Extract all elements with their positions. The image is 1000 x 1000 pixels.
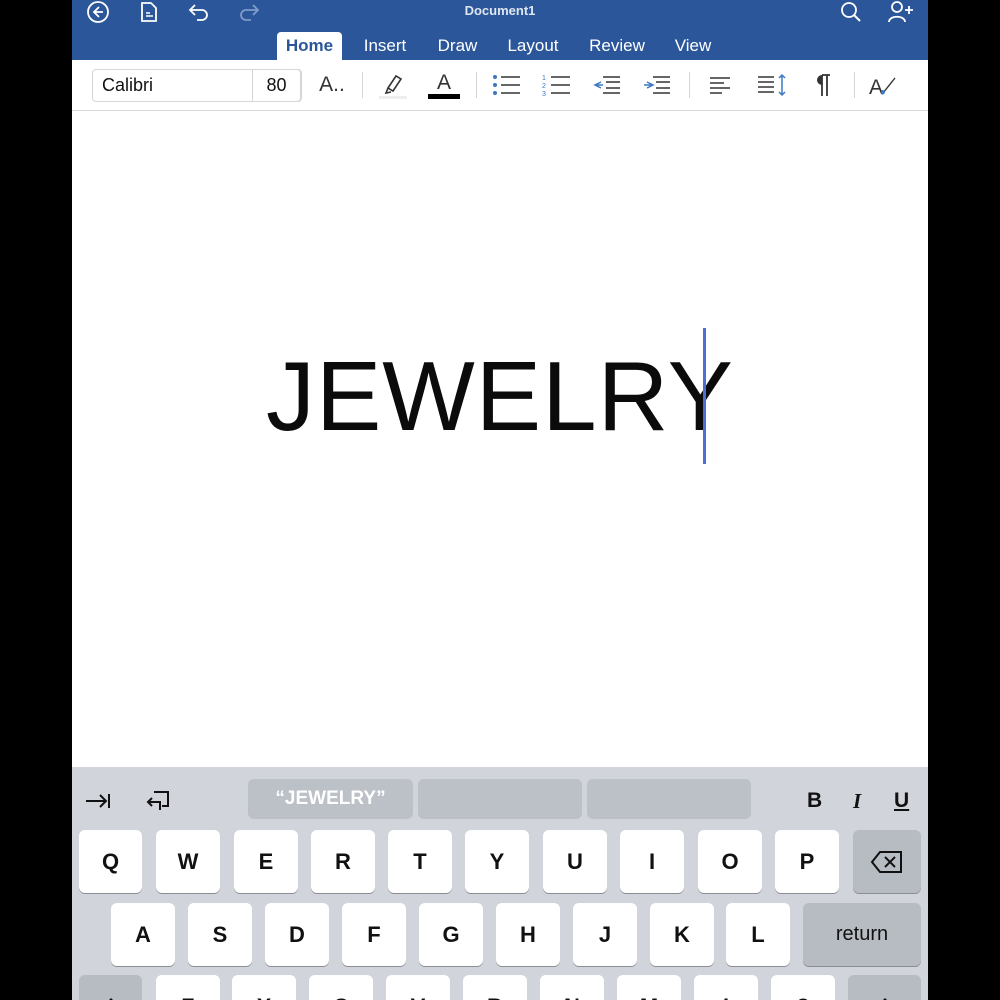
bold-button[interactable]: B bbox=[807, 789, 822, 813]
key-l[interactable]: L bbox=[726, 903, 790, 966]
increase-indent-icon[interactable] bbox=[640, 70, 674, 100]
key-o[interactable]: O bbox=[698, 830, 762, 893]
font-color-letter: A bbox=[436, 70, 451, 94]
ribbon-toolbar: Calibri 80 A.. A 123 A bbox=[72, 60, 928, 111]
key-n[interactable]: N bbox=[540, 975, 604, 1000]
key-w[interactable]: W bbox=[156, 830, 220, 893]
divider bbox=[362, 72, 363, 98]
svg-text:1: 1 bbox=[542, 75, 546, 82]
divider bbox=[689, 72, 690, 98]
key-f[interactable]: F bbox=[342, 903, 406, 966]
key-r[interactable]: R bbox=[311, 830, 375, 893]
app-window: Document1 Home Insert Draw Layout Review… bbox=[72, 0, 928, 1000]
tab-insert[interactable]: Insert bbox=[355, 32, 415, 60]
text-cursor bbox=[703, 328, 706, 464]
svg-text:A: A bbox=[869, 76, 883, 98]
key-t[interactable]: T bbox=[388, 830, 452, 893]
key-h[interactable]: H bbox=[496, 903, 560, 966]
suggestion-2[interactable] bbox=[418, 779, 582, 819]
italic-button[interactable]: I bbox=[853, 789, 861, 814]
key-s[interactable]: S bbox=[188, 903, 252, 966]
key-m[interactable]: M bbox=[617, 975, 681, 1000]
paste-icon[interactable] bbox=[142, 787, 174, 815]
tab-layout[interactable]: Layout bbox=[500, 32, 566, 60]
key-q[interactable]: Q bbox=[79, 830, 142, 893]
font-size-field[interactable]: 80 bbox=[252, 69, 301, 102]
key-c[interactable]: C bbox=[309, 975, 373, 1000]
line-spacing-icon[interactable] bbox=[754, 70, 790, 100]
key-z[interactable]: Z bbox=[156, 975, 220, 1000]
title-bar: Document1 Home Insert Draw Layout Review… bbox=[72, 0, 928, 60]
divider bbox=[854, 72, 855, 98]
shift-icon bbox=[108, 997, 113, 1000]
return-key[interactable]: return bbox=[803, 903, 921, 966]
shift-key-right[interactable] bbox=[848, 975, 921, 1000]
key-y[interactable]: Y bbox=[465, 830, 529, 893]
font-color-button[interactable]: A bbox=[427, 70, 461, 100]
highlighter-icon[interactable] bbox=[376, 70, 410, 100]
text-effects-button[interactable]: A.. bbox=[316, 70, 348, 100]
key-a[interactable]: A bbox=[111, 903, 175, 966]
align-left-icon[interactable] bbox=[704, 70, 736, 100]
tab-view[interactable]: View bbox=[668, 32, 718, 60]
key-j[interactable]: J bbox=[573, 903, 637, 966]
backspace-icon bbox=[870, 850, 902, 873]
suggestion-1[interactable]: “JEWELRY” bbox=[248, 779, 413, 819]
key-v[interactable]: V bbox=[386, 975, 450, 1000]
key-p[interactable]: P bbox=[775, 830, 839, 893]
search-icon[interactable] bbox=[834, 0, 868, 24]
tab-review[interactable]: Review bbox=[582, 32, 652, 60]
key-k[interactable]: K bbox=[650, 903, 714, 966]
key-i[interactable]: I bbox=[620, 830, 684, 893]
shift-icon bbox=[882, 997, 887, 1000]
tab-home[interactable]: Home bbox=[277, 32, 342, 60]
svg-text:2: 2 bbox=[542, 83, 546, 90]
document-title: Document1 bbox=[464, 3, 536, 18]
pilcrow-icon[interactable] bbox=[808, 70, 838, 100]
bullet-list-icon[interactable] bbox=[490, 70, 524, 100]
numbered-list-icon[interactable]: 123 bbox=[540, 70, 574, 100]
svg-text:3: 3 bbox=[542, 91, 546, 96]
document-body-text[interactable]: JEWELRY bbox=[72, 340, 928, 452]
on-screen-keyboard: “JEWELRY” B I U Q W E R T Y U I O P A S … bbox=[72, 767, 928, 1000]
backspace-key[interactable] bbox=[853, 830, 921, 893]
key-b[interactable]: B bbox=[463, 975, 527, 1000]
key-g[interactable]: G bbox=[419, 903, 483, 966]
font-color-swatch bbox=[428, 93, 460, 99]
styles-brush-icon[interactable]: A bbox=[867, 70, 901, 100]
key-u[interactable]: U bbox=[543, 830, 607, 893]
tab-draw[interactable]: Draw bbox=[430, 32, 485, 60]
tab-key-icon[interactable] bbox=[82, 787, 114, 815]
underline-button[interactable]: U bbox=[894, 789, 909, 813]
divider bbox=[476, 72, 477, 98]
key-question[interactable]: ? bbox=[771, 975, 835, 1000]
key-e[interactable]: E bbox=[234, 830, 298, 893]
decrease-indent-icon[interactable] bbox=[590, 70, 624, 100]
suggestion-3[interactable] bbox=[587, 779, 751, 819]
key-x[interactable]: X bbox=[232, 975, 296, 1000]
share-add-person-icon[interactable] bbox=[884, 0, 918, 24]
key-exclamation[interactable]: ! bbox=[694, 975, 758, 1000]
key-d[interactable]: D bbox=[265, 903, 329, 966]
shift-key-left[interactable] bbox=[79, 975, 142, 1000]
